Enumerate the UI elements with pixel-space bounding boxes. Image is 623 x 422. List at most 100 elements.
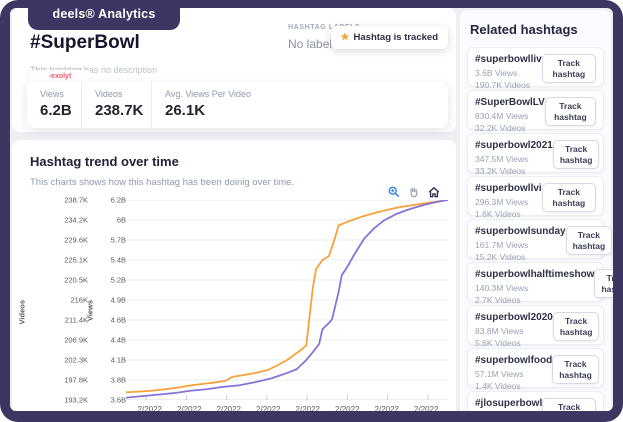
track-hashtag-button[interactable]: Track hashtag [552, 140, 600, 170]
line-chart[interactable] [126, 200, 448, 400]
y-tick-label: 5.7B [110, 235, 126, 245]
y-tick-label: 6B [116, 215, 126, 225]
related-hashtag-card: #superbowl2020 83.8M Views 5.6K Videos T… [467, 305, 604, 348]
stat-videos-label: Videos [95, 89, 123, 99]
hashtag-videos: 33.2K Videos [475, 166, 526, 176]
hashtag-info: #superbowlliv 3.6B Views 190.7K Videos [475, 54, 542, 90]
y-tick-label: 3.8B [110, 375, 126, 385]
x-tick-label: 2/2022 [295, 405, 320, 411]
hashtag-views: 347.5M Views [475, 153, 529, 164]
hashtag-name[interactable]: #superbowlhalftimeshow [475, 269, 594, 280]
y-tick-label: 206.9K [64, 335, 88, 345]
hashtag-videos: 190.7K Videos [475, 80, 531, 90]
hashtag-name[interactable]: #superbowllvi [475, 183, 542, 194]
hashtag-name[interactable]: #superbowlliv [475, 54, 542, 65]
related-hashtag-card: #superbowlsunday 161.7M Views 15.2K Vide… [467, 219, 613, 262]
y-tick-label: 5.4B [110, 255, 126, 265]
related-hashtags-title: Related hashtags [470, 22, 578, 37]
y-tick-label: 4.1B [110, 355, 126, 365]
x-tick-label: 2/2022 [216, 405, 241, 411]
related-hashtag-card: #superbowlliv 3.6B Views 190.7K Videos T… [467, 47, 604, 90]
hashtag-name[interactable]: #jlosuperbowl [475, 398, 542, 409]
star-icon: ★ [340, 32, 350, 43]
stat-videos-value: 238.7K [95, 102, 144, 119]
hashtag-videos: 15.2K Videos [475, 252, 526, 262]
related-hashtag-card: #jlosuperbowl Track hashtag [467, 391, 604, 411]
zoom-icon[interactable] [388, 186, 400, 198]
hashtag-videos: 1.4K Videos [475, 381, 521, 391]
y-tick-label: 238.7K [64, 195, 88, 205]
y-tick-label: 234.2K [64, 215, 88, 225]
y-tick-label: 197.8K [64, 375, 88, 385]
stat-views: Views 6.2B [27, 82, 81, 128]
track-hashtag-button[interactable]: Track hashtag [541, 54, 596, 84]
y-axis-title-videos: Videos [17, 300, 27, 325]
track-hashtag-button[interactable]: Track hashtag [542, 398, 596, 411]
app-frame: deels® Analytics #SuperBowl This hashtag… [0, 0, 623, 422]
y-tick-label: 3.6B [110, 395, 126, 405]
y-tick-label: 4.6B [110, 315, 126, 325]
x-axis-labels: 2/2022 2/2022 2/2022 2/2022 2/2022 2/2022 2/20… [130, 405, 446, 411]
y-tick-label: 5.2B [110, 275, 126, 285]
track-hashtag-button[interactable]: Track hashtag [565, 226, 613, 256]
page-title: #SuperBowl [30, 32, 140, 53]
hashtag-name[interactable]: #superbowl2021 [475, 140, 553, 151]
y-tick-label: 193.2K [64, 395, 88, 405]
hashtag-info: #superbowl2021 347.5M Views 33.2K Videos [475, 140, 553, 176]
y-tick-label: 229.6K [64, 235, 88, 245]
hashtag-info: #superbowlfood 57.1M Views 1.4K Videos [475, 355, 552, 391]
tracked-button-label: Hashtag is tracked [353, 32, 438, 43]
stats-card: Views 6.2B Videos 238.7K Avg. Views Per … [27, 82, 448, 128]
series-line-videos [126, 200, 448, 398]
hashtag-tracked-button[interactable]: ★ Hashtag is tracked [330, 26, 448, 49]
stat-avg-views-label: Avg. Views Per Video [165, 89, 252, 99]
hashtag-info: #superbowlhalftimeshow 140.3M Views 2.7K… [475, 269, 594, 305]
track-hashtag-button[interactable]: Track hashtag [544, 97, 596, 127]
x-tick-label: 2/2022 [414, 405, 439, 411]
chart-toolbar [388, 186, 440, 198]
y-tick-label: 6.2B [110, 195, 126, 205]
hashtag-views: 83.8M Views [475, 325, 524, 336]
hashtag-videos: 5.6K Videos [475, 338, 521, 348]
hashtag-name[interactable]: #superbowlsunday [475, 226, 566, 237]
chart-subtitle: This charts shows how this hashtag has b… [30, 177, 295, 188]
hashtag-info: #superbowlsunday 161.7M Views 15.2K Vide… [475, 226, 566, 262]
hashtag-views: 296.3M Views [475, 196, 529, 207]
y-axis-ticks-views: 6.2B 6B 5.7B 5.4B 5.2B 4.9B 4.6B 4.4B 4.1B 3.8B 3.… [100, 196, 126, 405]
y-tick-label: 202.3K [64, 355, 88, 365]
hashtag-name[interactable]: #SuperBowlLV [475, 97, 545, 108]
hashtag-info: #SuperBowlLV 830.4M Views 32.2K Videos [475, 97, 545, 133]
y-tick-label: 220.5K [64, 275, 88, 285]
related-hashtag-card: #superbowlhalftimeshow 140.3M Views 2.7K… [467, 262, 613, 305]
hashtag-views: 161.7M Views [475, 239, 529, 250]
stat-videos: Videos 238.7K [81, 82, 151, 128]
hashtag-views: 830.4M Views [475, 110, 529, 121]
track-hashtag-button[interactable]: Track hashtag [552, 355, 599, 385]
pan-hand-icon[interactable] [408, 186, 420, 198]
hashtag-info: #superbowllvi 296.3M Views 1.6K Videos [475, 183, 542, 219]
hashtag-name[interactable]: #superbowl2020 [475, 312, 553, 323]
hashtag-videos: 1.6K Videos [475, 209, 521, 219]
series-line-views [126, 200, 448, 392]
hashtag-info: #superbowl2020 83.8M Views 5.6K Videos [475, 312, 553, 348]
trend-chart-card: Hashtag trend over time This charts show… [12, 140, 456, 411]
app-logo: deels® Analytics [28, 0, 180, 30]
y-tick-label: 4.4B [110, 335, 126, 345]
track-hashtag-button[interactable]: Track hashtag [594, 269, 613, 299]
main-column: #SuperBowl This hashtag has no descripti… [12, 8, 456, 411]
y-axis-ticks-videos: 238.7K 234.2K 229.6K 225.1K 220.5K 216K 211.4K… [32, 196, 88, 405]
hashtag-views: 3.6B Views [475, 67, 518, 78]
y-tick-label: 225.1K [64, 255, 88, 265]
chart-title: Hashtag trend over time [30, 154, 179, 169]
stat-avg-views-value: 26.1K [165, 102, 206, 119]
x-tick-label: 2/2022 [256, 405, 281, 411]
track-hashtag-button[interactable]: Track hashtag [541, 183, 596, 213]
stat-views-value: 6.2B [40, 102, 72, 119]
hashtag-videos: 2.7K Videos [475, 295, 521, 305]
stat-views-label: Views [40, 89, 64, 99]
hashtag-views: 57.1M Views [475, 368, 524, 379]
home-icon[interactable] [428, 186, 440, 198]
hashtag-name[interactable]: #superbowlfood [475, 355, 552, 366]
track-hashtag-button[interactable]: Track hashtag [552, 312, 600, 342]
related-hashtags-list: #superbowlliv 3.6B Views 190.7K Videos T… [467, 47, 613, 411]
